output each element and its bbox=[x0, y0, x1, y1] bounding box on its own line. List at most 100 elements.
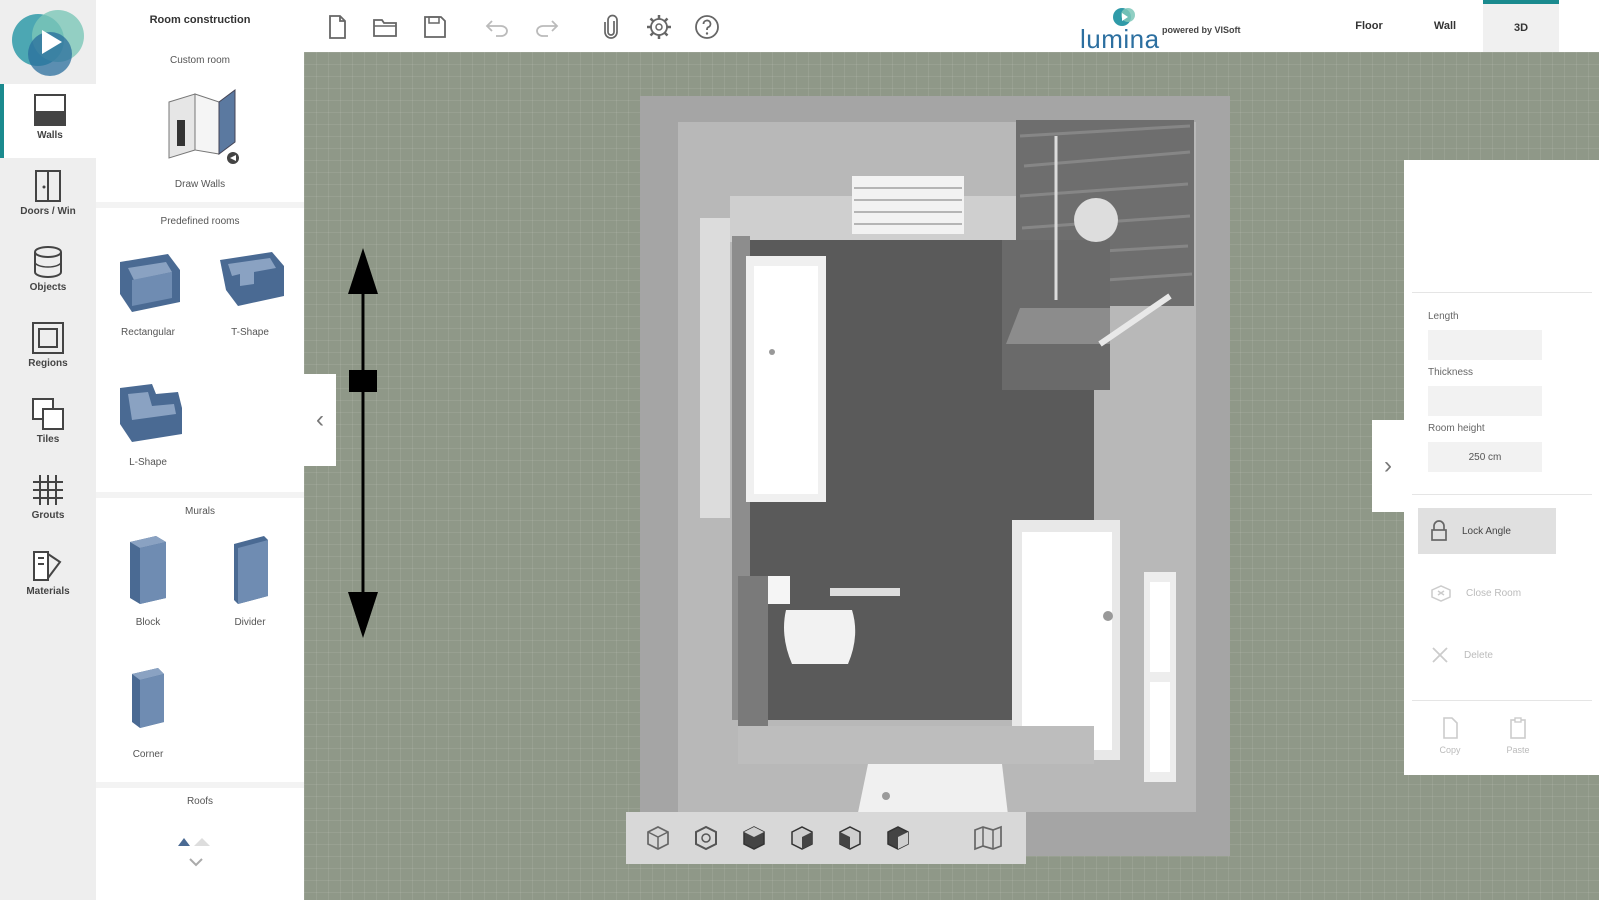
thickness-label: Thickness bbox=[1428, 367, 1474, 378]
tab-floor[interactable]: Floor bbox=[1331, 0, 1407, 52]
room-height-field[interactable] bbox=[1428, 442, 1542, 472]
lock-angle-button[interactable]: Lock Angle bbox=[1418, 508, 1556, 554]
rectangular-room-label: Rectangular bbox=[121, 327, 175, 338]
rail-item-label: Materials bbox=[26, 586, 70, 597]
l-shape-room-tile[interactable]: L-Shape bbox=[98, 378, 198, 468]
redo-icon bbox=[536, 20, 559, 37]
block-icon bbox=[130, 536, 166, 604]
rail-item-label: Walls bbox=[37, 130, 63, 141]
bathroom-3d-view[interactable] bbox=[640, 96, 1230, 856]
top-toolbar: lumina powered by VISoft Floor Wall 3D bbox=[304, 0, 1599, 54]
length-label: Length bbox=[1428, 311, 1459, 322]
help-button[interactable] bbox=[692, 12, 722, 42]
draw-walls-icon bbox=[168, 89, 239, 164]
delete-button[interactable]: Delete bbox=[1418, 632, 1556, 678]
close-room-label: Close Room bbox=[1466, 587, 1522, 599]
room-height-label: Room height bbox=[1428, 423, 1485, 434]
floor-plan-button[interactable] bbox=[964, 818, 1012, 858]
help-icon bbox=[695, 15, 719, 39]
view-right-button[interactable] bbox=[826, 818, 874, 858]
rectangular-room-icon bbox=[120, 254, 180, 312]
cube-outline-icon bbox=[647, 826, 669, 850]
rail-item-tiles[interactable]: Tiles bbox=[0, 388, 96, 462]
draw-walls-label: Draw Walls bbox=[174, 179, 226, 190]
view-top-button[interactable] bbox=[682, 818, 730, 858]
left-nav-rail: Walls Doors / Win Objects Regions Tiles bbox=[0, 0, 96, 900]
length-field[interactable] bbox=[1428, 330, 1542, 360]
new-file-button[interactable] bbox=[322, 12, 352, 42]
rail-item-walls[interactable]: Walls bbox=[0, 84, 96, 158]
collapse-left-panel-button[interactable]: ‹ bbox=[304, 374, 336, 466]
tiles-icon bbox=[32, 398, 64, 430]
settings-button[interactable] bbox=[644, 12, 674, 42]
chevron-left-icon: ‹ bbox=[316, 406, 324, 433]
divider-label: Divider bbox=[234, 617, 266, 628]
lock-angle-label: Lock Angle bbox=[1462, 525, 1511, 537]
rectangular-room-tile[interactable]: Rectangular bbox=[98, 248, 198, 338]
corner-icon bbox=[132, 668, 164, 728]
app-logo-icon bbox=[12, 10, 84, 76]
rail-item-label: Grouts bbox=[31, 510, 65, 521]
vertical-dimension-arrow[interactable] bbox=[344, 246, 382, 640]
camera-view-toolbar bbox=[626, 812, 1026, 864]
tab-3d[interactable]: 3D bbox=[1483, 0, 1559, 52]
custom-room-title: Custom room bbox=[169, 55, 230, 66]
chevron-right-icon: › bbox=[1384, 452, 1392, 479]
undo-icon bbox=[485, 20, 508, 37]
rail-item-label: Tiles bbox=[36, 434, 60, 445]
brand-logo: lumina powered by VISoft bbox=[1080, 6, 1270, 54]
wall-properties-panel: Length Thickness Room height Lock Angle … bbox=[1404, 160, 1599, 775]
open-folder-button[interactable] bbox=[370, 12, 400, 42]
view-perspective-button[interactable] bbox=[634, 818, 682, 858]
rail-item-materials[interactable]: Materials bbox=[0, 540, 96, 614]
tab-wall[interactable]: Wall bbox=[1407, 0, 1483, 52]
undo-button[interactable] bbox=[482, 12, 512, 42]
rail-item-label: Objects bbox=[29, 282, 67, 293]
paperclip-icon bbox=[604, 14, 618, 39]
rail-item-label: Doors / Win bbox=[20, 206, 76, 217]
close-room-button[interactable]: Close Room bbox=[1418, 570, 1556, 616]
regions-icon bbox=[32, 322, 64, 354]
l-shape-room-label: L-Shape bbox=[129, 457, 167, 468]
t-shape-room-label: T-Shape bbox=[231, 327, 269, 338]
cube-back-icon bbox=[887, 826, 909, 850]
walls-icon bbox=[34, 94, 66, 126]
view-front-button[interactable] bbox=[730, 818, 778, 858]
rail-item-label: Regions bbox=[28, 358, 68, 369]
copy-icon bbox=[1443, 717, 1458, 739]
copy-label: Copy bbox=[1439, 745, 1461, 755]
paste-button[interactable]: Paste bbox=[1488, 716, 1548, 755]
view-left-button[interactable] bbox=[778, 818, 826, 858]
draw-walls-tile[interactable]: Draw Walls bbox=[150, 84, 250, 190]
rail-item-regions[interactable]: Regions bbox=[0, 312, 96, 386]
view-back-button[interactable] bbox=[874, 818, 922, 858]
rail-item-objects[interactable]: Objects bbox=[0, 236, 96, 310]
rail-item-grouts[interactable]: Grouts bbox=[0, 464, 96, 538]
save-button[interactable] bbox=[420, 12, 450, 42]
panel-header: Room construction bbox=[149, 14, 251, 26]
powered-by-text: powered by VISoft bbox=[1162, 25, 1241, 35]
chevron-down-icon[interactable] bbox=[188, 856, 204, 868]
close-room-icon bbox=[1431, 585, 1451, 602]
rail-item-doors-windows[interactable]: Doors / Win bbox=[0, 160, 96, 234]
materials-icon bbox=[33, 551, 62, 581]
new-file-icon bbox=[329, 15, 346, 39]
copy-button[interactable]: Copy bbox=[1420, 716, 1480, 755]
objects-icon bbox=[34, 246, 62, 278]
redo-button[interactable] bbox=[532, 12, 562, 42]
section-divider bbox=[96, 492, 304, 498]
block-tile[interactable]: Block bbox=[98, 532, 198, 628]
corner-label: Corner bbox=[132, 749, 164, 760]
divider-tile[interactable]: Divider bbox=[200, 532, 300, 628]
roofs-title: Roofs bbox=[186, 796, 214, 807]
attach-button[interactable] bbox=[596, 12, 626, 42]
thickness-field[interactable] bbox=[1428, 386, 1542, 416]
delete-label: Delete bbox=[1464, 649, 1493, 661]
collapse-right-panel-button[interactable]: › bbox=[1372, 420, 1404, 512]
section-divider bbox=[96, 202, 304, 208]
t-shape-room-tile[interactable]: T-Shape bbox=[200, 248, 300, 338]
corner-tile[interactable]: Corner bbox=[98, 664, 198, 760]
l-shape-room-icon bbox=[120, 384, 182, 442]
panel-divider bbox=[1412, 700, 1592, 701]
close-icon bbox=[1432, 647, 1448, 663]
